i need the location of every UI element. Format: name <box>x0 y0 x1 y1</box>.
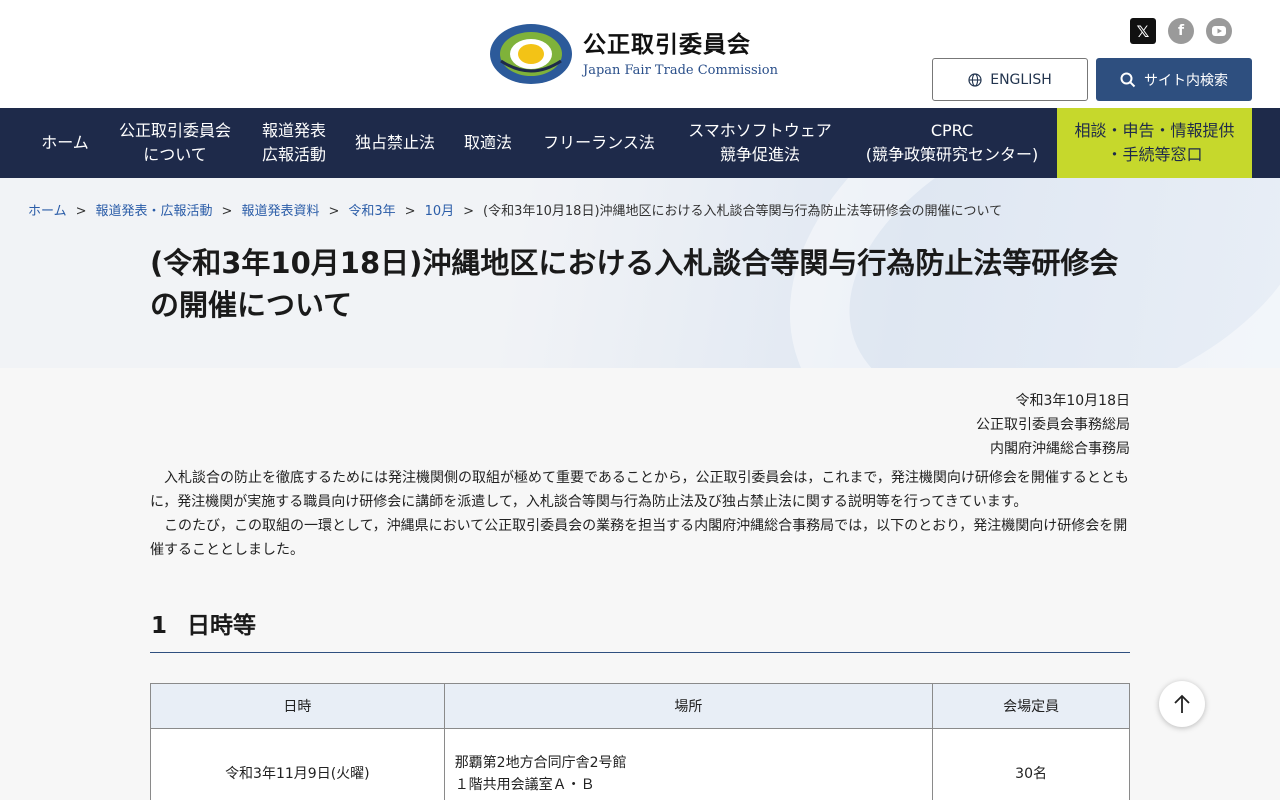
site-search-button[interactable]: サイト内検索 <box>1096 58 1252 101</box>
intro-paragraph-2: このたび，この取組の一環として，沖縄県において公正取引委員会の業務を担当する内閣… <box>150 518 1128 558</box>
table-header-place: 場所 <box>443 683 934 729</box>
facebook-icon[interactable]: f <box>1168 18 1194 44</box>
nav-label: スマホソフトウェア <box>688 121 832 140</box>
table-cell-datetime: 令和3年11月9日(火曜) <box>150 728 445 800</box>
section-title: 日時等 <box>187 613 257 639</box>
global-nav: ホーム 公正取引委員会 について 報道発表広報活動 独占禁止法 取適法 フリーラン… <box>0 108 1280 178</box>
nav-label-sub: 広報活動 <box>261 145 326 164</box>
breadcrumb-link-home[interactable]: ホーム <box>28 204 67 219</box>
nav-item-subcontract-act[interactable]: 取適法 <box>452 108 524 178</box>
english-button[interactable]: ENGLISH <box>932 58 1088 101</box>
nav-label: 取適法 <box>463 133 512 152</box>
breadcrumb-separator: > <box>328 204 340 219</box>
x-icon[interactable]: 𝕏 <box>1130 18 1156 44</box>
breadcrumb-link-press[interactable]: 報道発表・広報活動 <box>96 204 213 219</box>
site-header: 公正取引委員会 Japan Fair Trade Commission 𝕏 f … <box>0 0 1280 108</box>
arrow-up-icon <box>1174 694 1190 713</box>
breadcrumb-current: (令和3年10月18日)沖縄地区における入札談合等関与行為防止法等研修会の開催に… <box>483 204 1003 219</box>
search-icon <box>1120 72 1136 87</box>
capacity-value: 30名 <box>1015 765 1047 782</box>
nav-label: 相談・申告・情報提供 <box>1074 121 1235 140</box>
english-label: ENGLISH <box>990 71 1052 88</box>
breadcrumb: ホーム > 報道発表・広報活動 > 報道発表資料 > 令和3年 >10月 > (令和3年10月18… <box>28 200 1002 219</box>
place-line-2: １階共用会議室Ａ・Ｂ <box>454 776 595 793</box>
site-logo[interactable]: 公正取引委員会 Japan Fair Trade Commission <box>489 23 778 85</box>
place-line-1: 那覇第2地方合同庁舎2号館 <box>454 754 627 771</box>
release-org-1: 公正取引委員会事務総局 <box>976 417 1130 433</box>
nav-label-sub: (競争政策研究センター) <box>865 145 1039 164</box>
release-meta: 令和3年10月18日 公正取引委員会事務総局 内閣府沖縄総合事務局 <box>150 389 1130 461</box>
nav-item-about-jftc[interactable]: 公正取引委員会 について <box>104 108 246 178</box>
breadcrumb-separator: > <box>221 204 233 219</box>
intro-paragraph-1: 入札談合の防止を徹底するためには発注機関側の取組が極めて重要であることから，公正… <box>150 470 1129 510</box>
social-links: 𝕏 f <box>1130 18 1232 44</box>
table-header-row: 日時 場所 会場定員 <box>150 683 1130 729</box>
nav-label: フリーランス法 <box>543 133 655 152</box>
main-content: 令和3年10月18日 公正取引委員会事務総局 内閣府沖縄総合事務局 入札談合の防… <box>150 368 1130 800</box>
globe-icon <box>968 72 982 87</box>
nav-label: 独占禁止法 <box>354 133 435 152</box>
nav-item-home[interactable]: ホーム <box>28 108 102 178</box>
table-row: 令和3年11月9日(火曜) 那覇第2地方合同庁舎2号館 １階共用会議室Ａ・Ｂ 3… <box>150 728 1130 800</box>
nav-item-smartphone-act[interactable]: スマホソフトウェア 競争促進法 <box>672 108 848 178</box>
nav-label: 報道発表 <box>261 121 326 140</box>
breadcrumb-separator: > <box>404 204 416 219</box>
breadcrumb-link-press-materials[interactable]: 報道発表資料 <box>241 204 319 219</box>
nav-label: ホーム <box>41 133 89 152</box>
logo-title-jp: 公正取引委員会 <box>583 32 751 58</box>
nav-label: CPRC <box>930 121 974 140</box>
nav-item-antimonopoly-act[interactable]: 独占禁止法 <box>344 108 446 178</box>
breadcrumb-link-month[interactable]: 10月 <box>425 204 455 219</box>
nav-label-sub: ・手続等窓口 <box>1106 145 1203 164</box>
breadcrumb-separator: > <box>463 204 475 219</box>
table-cell-capacity: 30名 <box>932 728 1130 800</box>
back-to-top-button[interactable] <box>1159 681 1205 727</box>
schedule-table: 日時 場所 会場定員 令和3年11月9日(火曜) 那覇第2地方合同庁舎2号館 １… <box>150 683 1130 800</box>
breadcrumb-separator: > <box>75 204 87 219</box>
breadcrumb-link-year[interactable]: 令和3年 <box>348 204 395 219</box>
nav-item-consultation[interactable]: 相談・申告・情報提供 ・手続等窓口 <box>1057 108 1252 178</box>
release-date: 令和3年10月18日 <box>1015 393 1130 409</box>
jftc-emblem-icon <box>489 23 573 85</box>
datetime-value: 令和3年11月9日(火曜) <box>225 765 370 782</box>
nav-item-cprc[interactable]: CPRC (競争政策研究センター) <box>852 108 1052 178</box>
section-number: 1 <box>151 613 168 639</box>
youtube-icon[interactable] <box>1206 18 1232 44</box>
nav-label-sub: について <box>143 145 207 164</box>
search-label: サイト内検索 <box>1144 72 1228 89</box>
nav-label-sub: 競争促進法 <box>719 145 800 164</box>
logo-title-en: Japan Fair Trade Commission <box>583 63 778 78</box>
page-hero: ホーム > 報道発表・広報活動 > 報道発表資料 > 令和3年 >10月 > (令和3年10月18… <box>0 178 1280 368</box>
release-org-2: 内閣府沖縄総合事務局 <box>990 441 1130 457</box>
page-title: (令和3年10月18日)沖縄地区における入札談合等関与行為防止法等研修会の開催に… <box>150 246 1119 322</box>
nav-item-freelance-act[interactable]: フリーランス法 <box>530 108 668 178</box>
nav-label: 公正取引委員会 <box>118 121 231 140</box>
nav-item-press[interactable]: 報道発表 広報活動 <box>248 108 340 178</box>
table-header-capacity: 会場定員 <box>932 683 1130 729</box>
table-cell-place: 那覇第2地方合同庁舎2号館 １階共用会議室Ａ・Ｂ <box>443 728 934 800</box>
table-header-datetime: 日時 <box>150 683 445 729</box>
section-heading-datetime: 1 日時等 <box>150 606 1130 653</box>
